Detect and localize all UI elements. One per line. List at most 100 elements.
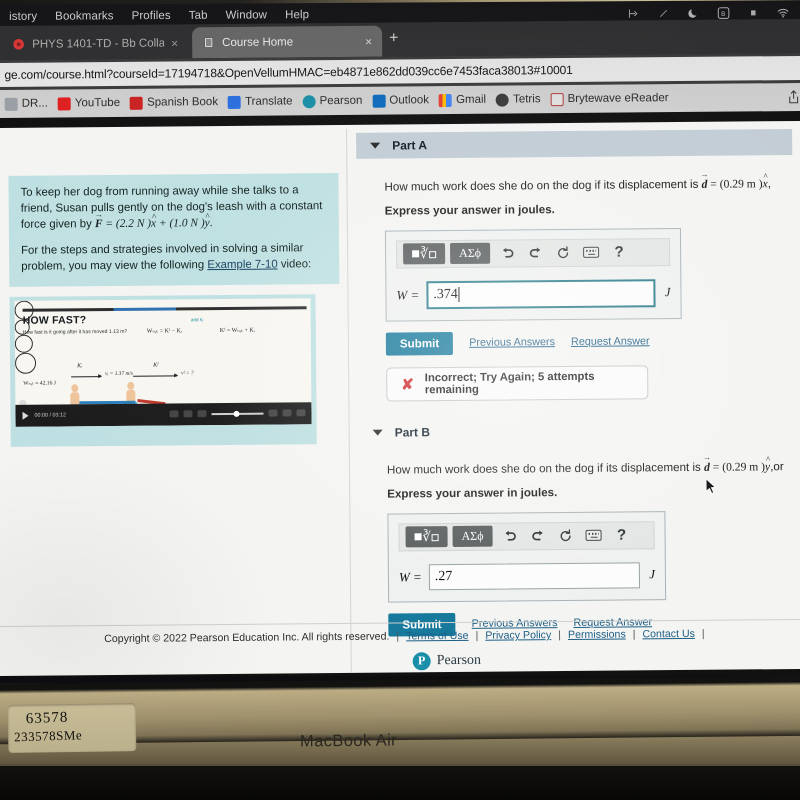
part-b-answer-input[interactable]: .27 <box>428 562 641 591</box>
help-icon[interactable]: ? <box>607 241 631 263</box>
part-a-answer-input[interactable]: .374 <box>426 279 657 310</box>
new-tab-button[interactable]: + <box>389 29 398 46</box>
settings-icon[interactable] <box>282 409 292 417</box>
menu-item-profiles[interactable]: Profiles <box>123 10 180 22</box>
footer-separator: | <box>558 629 562 642</box>
video-kf-label: Kᶠ <box>153 362 159 369</box>
example-7-10-link[interactable]: Example 7-10 <box>207 258 277 271</box>
airplay-icon[interactable] <box>626 6 640 20</box>
contact-us-link[interactable]: Contact Us <box>642 628 695 640</box>
forward-icon[interactable] <box>183 410 193 418</box>
part-b-header[interactable]: Part B <box>359 416 795 446</box>
menubar-status-area: B <box>626 5 800 20</box>
part-a-previous-answers-link[interactable]: Previous Answers <box>469 337 555 350</box>
moon-icon[interactable] <box>686 6 700 20</box>
bookmarks-bar: DR... YouTube Spanish Book Translate Pea… <box>0 82 800 118</box>
bookmark-spanish-book[interactable]: Spanish Book <box>127 96 221 110</box>
sticker-line-1: 63578 <box>25 709 69 728</box>
battery-icon[interactable] <box>746 5 760 19</box>
share-icon[interactable] <box>787 89 800 105</box>
question-text-a: How much work does she do on the dog if … <box>384 177 702 194</box>
help-icon[interactable]: ? <box>609 524 633 546</box>
problem-text-c: video: <box>277 257 312 271</box>
reset-icon[interactable] <box>553 525 577 547</box>
boxed-b-icon[interactable]: B <box>716 6 730 20</box>
bookmark-brytewave[interactable]: Brytewave eReader <box>547 92 671 106</box>
slash-icon[interactable] <box>656 6 670 20</box>
chevron-down-icon[interactable] <box>372 429 383 436</box>
part-b-math-toolbar: ∛ ΑΣϕ ? <box>398 521 655 552</box>
template-root-icon[interactable]: ∛ <box>403 243 446 265</box>
video-title: HOW FAST? <box>22 314 87 327</box>
question-text-c: , <box>767 177 771 191</box>
undo-icon[interactable] <box>495 242 519 264</box>
video-equation-2: Kᶠ = Wₙₑₜ + Kᵢ <box>219 327 255 334</box>
menu-item-window[interactable]: Window <box>217 9 277 21</box>
video-frame: HOW FAST? How fast is it going after it … <box>14 298 312 427</box>
play-icon[interactable] <box>22 411 29 420</box>
tab-close-icon[interactable]: × <box>365 34 372 48</box>
question-text-b: = (0.29 m ) <box>707 177 763 191</box>
column-divider <box>346 128 352 673</box>
outlook-icon <box>372 94 386 108</box>
rewind-icon[interactable] <box>169 410 179 418</box>
video-ki-label: Kᵢ <box>77 363 83 370</box>
tab-phys-1401[interactable]: PHYS 1401-TD - Bb Collab × <box>2 27 188 60</box>
bookmark-tetris[interactable]: Tetris <box>493 93 544 107</box>
sticker-line-2: 233578SMe <box>13 727 83 745</box>
pearson-icon <box>302 94 316 108</box>
reset-icon[interactable] <box>551 242 575 264</box>
part-a-feedback-text: Incorrect; Try Again; 5 attempts remaini… <box>424 370 595 397</box>
bookmark-translate[interactable]: Translate <box>225 95 296 109</box>
part-a-answer-box: ∛ ΑΣϕ ? W = .374 J <box>384 227 682 322</box>
part-a-header[interactable]: Part A <box>356 129 793 159</box>
tetris-icon <box>496 93 510 107</box>
tab-course-home[interactable]: Course Home × <box>192 25 383 59</box>
video-card[interactable]: HOW FAST? How fast is it going after it … <box>9 294 317 447</box>
bookmark-youtube[interactable]: YouTube <box>55 96 123 110</box>
video-controls-right <box>169 409 306 418</box>
greek-symbols-button[interactable]: ΑΣϕ <box>452 526 493 548</box>
bookmark-label: Brytewave eReader <box>567 92 669 106</box>
template-root-icon[interactable]: ∛ <box>405 526 448 548</box>
keyboard-icon[interactable] <box>579 242 603 264</box>
menu-item-history[interactable]: istory <box>0 11 46 23</box>
greek-symbols-button[interactable]: ΑΣϕ <box>450 243 491 265</box>
figure-runner-head <box>71 384 79 393</box>
svg-text:B: B <box>721 10 725 17</box>
captions-icon[interactable] <box>268 409 278 418</box>
part-a-answer-value: .374 <box>433 286 458 303</box>
bookmark-dr[interactable]: DR... <box>2 97 51 111</box>
x-hat-symbol: x <box>151 218 156 230</box>
tab-close-icon[interactable]: × <box>171 36 178 50</box>
chevron-down-icon[interactable] <box>370 142 381 149</box>
part-a-request-answer-link[interactable]: Request Answer <box>571 336 650 349</box>
fullscreen-icon[interactable] <box>296 409 306 417</box>
footer-separator: | <box>632 628 636 641</box>
problem-paragraph-2: For the steps and strategies involved in… <box>21 240 329 275</box>
redo-icon[interactable] <box>523 242 547 264</box>
video-time: 00:00 / 03:12 <box>34 412 67 419</box>
video-vi-label: vᵢ = 1.37 m/s <box>105 370 134 377</box>
undo-icon[interactable] <box>497 525 521 547</box>
question-text-c: ,or <box>770 460 784 474</box>
bookmark-gmail[interactable]: Gmail <box>436 93 489 107</box>
bookmark-label: Pearson <box>319 94 363 108</box>
privacy-policy-link[interactable]: Privacy Policy <box>485 629 551 642</box>
menubar-spacer <box>318 13 626 15</box>
terms-of-use-link[interactable]: Terms of Use <box>406 630 469 643</box>
part-a-submit-button[interactable]: Submit <box>385 331 454 356</box>
menu-item-tab[interactable]: Tab <box>180 10 217 22</box>
volume-icon[interactable] <box>197 410 207 418</box>
part-b-instruction: Express your answer in joules. <box>387 486 558 501</box>
permissions-link[interactable]: Permissions <box>568 629 626 642</box>
wifi-icon[interactable] <box>776 5 790 19</box>
address-bar[interactable]: ge.com/course.html?courseId=17194718&Ope… <box>0 55 800 87</box>
bookmark-pearson[interactable]: Pearson <box>300 94 366 108</box>
keyboard-icon[interactable] <box>581 525 605 547</box>
volume-slider[interactable] <box>211 412 264 416</box>
bookmark-outlook[interactable]: Outlook <box>369 94 432 108</box>
menu-item-help[interactable]: Help <box>276 9 318 21</box>
redo-icon[interactable] <box>525 525 549 547</box>
menu-item-bookmarks[interactable]: Bookmarks <box>46 10 122 22</box>
